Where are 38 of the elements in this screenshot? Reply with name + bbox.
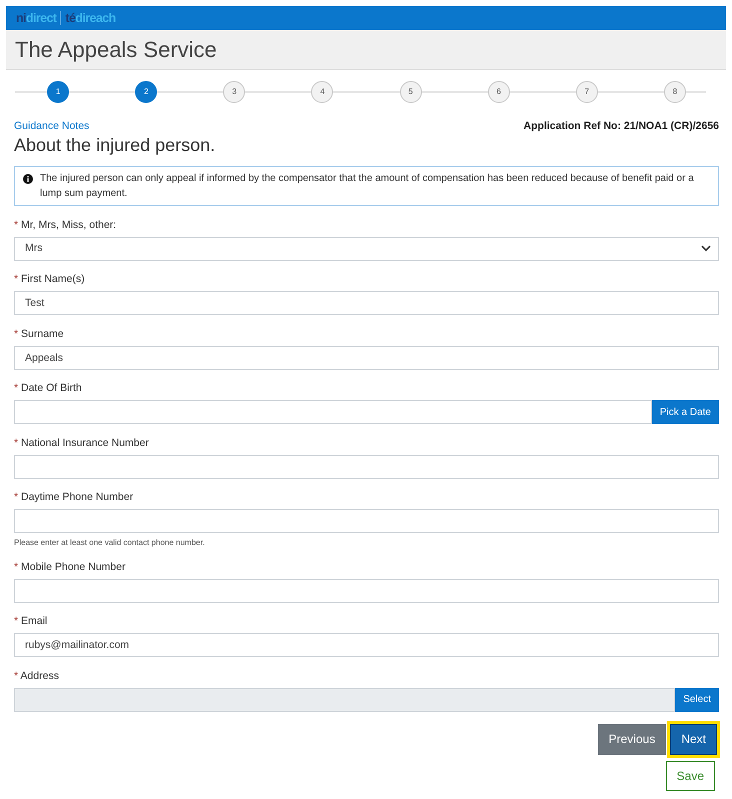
step-indicator: 1 bbox=[47, 81, 70, 103]
guidance-notes-link[interactable]: Guidance Notes bbox=[14, 120, 90, 133]
page-title: The Appeals Service bbox=[15, 36, 217, 64]
site-logo-text: nidirect bbox=[16, 10, 56, 26]
step-indicator: 4 bbox=[311, 81, 334, 103]
field-label: * Surname bbox=[14, 326, 65, 340]
step-indicator: 7 bbox=[576, 81, 598, 103]
step-indicator: 5 bbox=[400, 81, 422, 103]
title-dropdown[interactable]: Mrs bbox=[14, 236, 719, 260]
save-button[interactable]: Save bbox=[666, 760, 715, 790]
input-field[interactable] bbox=[14, 454, 719, 478]
step-indicator: 8 bbox=[664, 81, 686, 103]
field-label: * Date Of Birth bbox=[14, 381, 83, 395]
site-logo-text: tédireach bbox=[65, 10, 116, 26]
field-label: * Daytime Phone Number bbox=[14, 490, 134, 504]
step-indicator: 6 bbox=[488, 81, 510, 103]
input-field[interactable] bbox=[14, 509, 719, 533]
field-label: * National Insurance Number bbox=[14, 436, 150, 450]
input-field[interactable] bbox=[14, 400, 652, 424]
picker-button[interactable]: Pick a Date bbox=[652, 400, 719, 424]
chevron-down-icon bbox=[701, 245, 711, 252]
input-field[interactable]: Test bbox=[14, 291, 719, 315]
step-indicator: 3 bbox=[223, 81, 246, 103]
field-label: * Address bbox=[14, 668, 60, 682]
input-field[interactable] bbox=[14, 578, 719, 602]
field-label: * First Name(s) bbox=[14, 272, 86, 286]
previous-button[interactable]: Previous bbox=[598, 724, 666, 754]
notice-text: The injured person can only appeal if informed by the compensator that the amount of compensation has been reduced because of benefit paid or a lump sum payment. bbox=[40, 172, 695, 201]
field-label: * Mr, Mrs, Miss, other: bbox=[14, 218, 118, 232]
info-icon bbox=[23, 174, 33, 184]
field-label: * Mobile Phone Number bbox=[14, 560, 126, 574]
section-heading: About the injured person. bbox=[14, 134, 216, 156]
input-field[interactable]: rubys@mailinator.com bbox=[14, 633, 719, 657]
help-text: Please enter at least one valid contact phone number. bbox=[14, 537, 206, 548]
application-reference: Application Ref No: 21/NOA1 (CR)/2656 bbox=[524, 120, 719, 133]
input-field[interactable]: Appeals bbox=[14, 346, 719, 370]
field-label: * Email bbox=[14, 614, 48, 628]
step-indicator: 2 bbox=[135, 81, 158, 103]
